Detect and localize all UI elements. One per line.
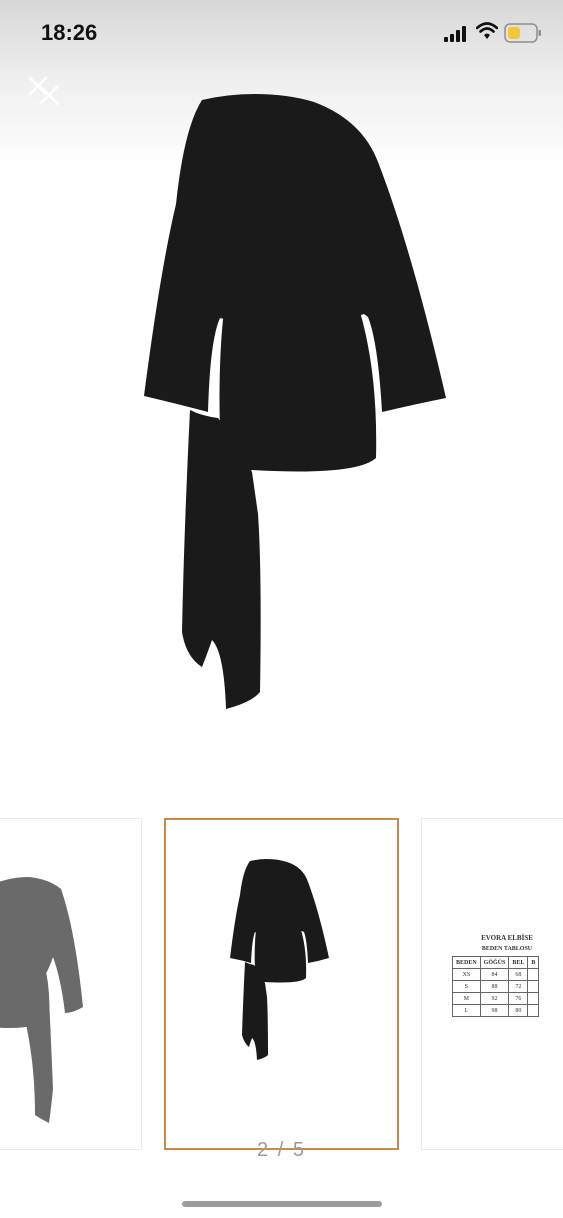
size-chart-cell: L (452, 1004, 481, 1017)
size-chart-cell: XS (452, 968, 481, 981)
thumbnail-1[interactable] (0, 818, 142, 1150)
table-row: S 88 72 (452, 980, 540, 993)
size-chart-cell (527, 992, 540, 1005)
size-chart-header: GÖĞÜS (479, 956, 510, 969)
thumbnail-2-selected[interactable] (164, 818, 399, 1150)
size-chart-cell: 76 (508, 992, 529, 1005)
thumbnail-image (0, 877, 83, 1123)
size-chart-subtitle: BEDEN TABLOSU (481, 946, 533, 952)
thumbnail-3[interactable]: EVORA ELBİSE BEDEN TABLOSU BEDEN GÖĞÜS B… (421, 818, 563, 1150)
size-chart-cell (527, 968, 540, 981)
size-chart-cell: S (452, 980, 481, 993)
home-indicator[interactable] (182, 1201, 382, 1207)
size-chart-cell: 92 (479, 992, 510, 1005)
size-chart-cell: 72 (508, 980, 529, 993)
signal-bars-icon (444, 26, 466, 42)
size-chart-header: BEL (508, 956, 529, 969)
size-chart: EVORA ELBİSE BEDEN TABLOSU BEDEN GÖĞÜS B… (452, 934, 563, 1017)
size-chart-cell: 88 (479, 980, 510, 993)
wifi-icon (476, 22, 498, 39)
table-row: M 92 76 (452, 992, 540, 1005)
close-icon (28, 76, 60, 106)
thumbnail-image (230, 859, 329, 1060)
status-bar: 18:26 (0, 0, 563, 70)
image-counter: 2 / 5 (257, 1139, 306, 1161)
product-image-main[interactable] (120, 92, 460, 717)
table-row: L 98 80 (452, 1004, 540, 1017)
table-row: XS 84 68 (452, 968, 540, 981)
size-chart-cell (527, 980, 540, 993)
battery-icon (504, 23, 541, 43)
status-time: 18:26 (41, 20, 98, 45)
size-chart-title: EVORA ELBİSE (481, 934, 533, 942)
size-chart-cell (527, 1004, 540, 1017)
size-chart-cell: 84 (479, 968, 510, 981)
size-chart-cell: 98 (479, 1004, 510, 1017)
close-button[interactable] (24, 72, 66, 114)
size-chart-header: B (527, 956, 540, 969)
size-chart-table: BEDEN GÖĞÜS BEL B XS 84 68 S 88 72 M 92 … (452, 956, 540, 1017)
size-chart-cell: 68 (508, 968, 529, 981)
size-chart-cell: 80 (508, 1004, 529, 1017)
size-chart-header: BEDEN (452, 956, 481, 969)
size-chart-cell: M (452, 992, 481, 1005)
